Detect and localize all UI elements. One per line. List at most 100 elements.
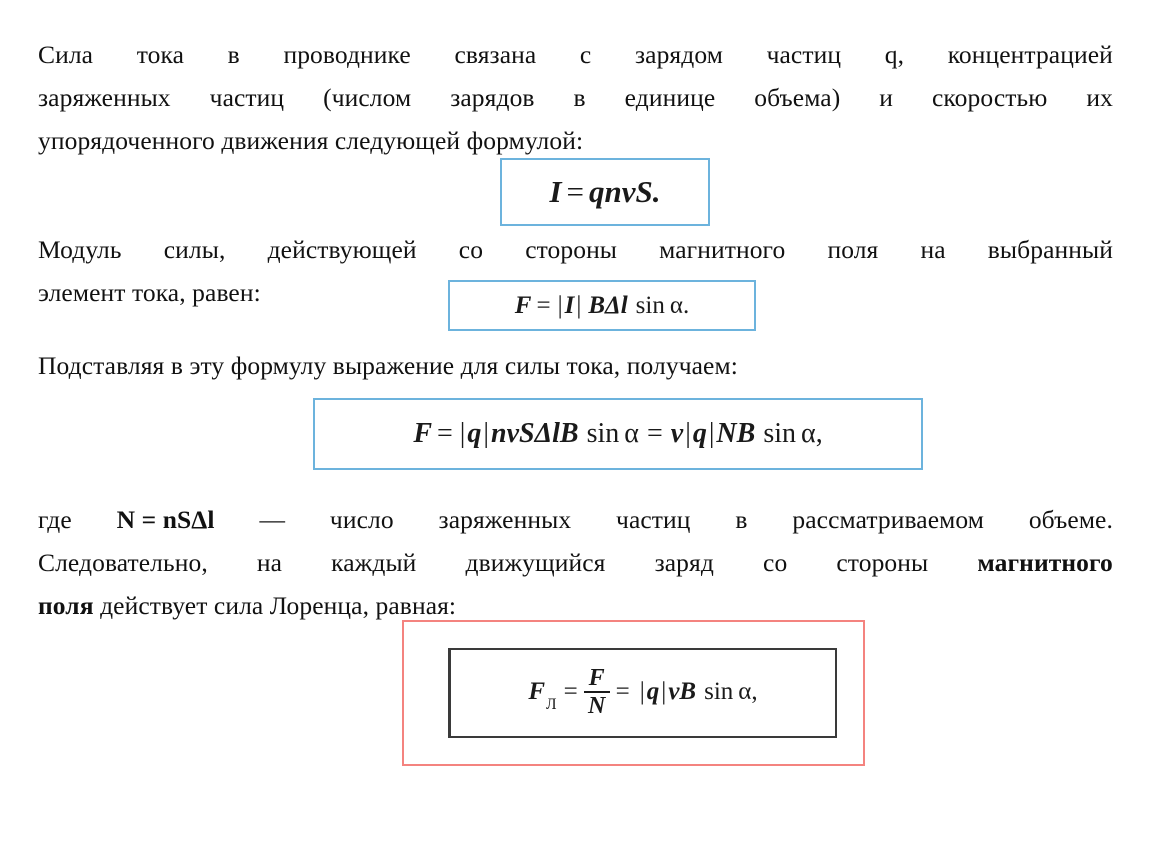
word: Модуль	[38, 235, 122, 264]
word: поля	[827, 235, 879, 264]
formula-box-substituted: F = |q|nvSΔlB sin α = v|q|NB sin α,	[313, 398, 923, 470]
formula-box-current: I = qnvS.	[500, 158, 710, 226]
word: зарядов	[450, 83, 535, 112]
formula-current-expression: I = qnvS.	[549, 174, 660, 210]
formula-ampere-expression: F = |I| BΔl sin α.	[515, 292, 689, 320]
abs-bar-close: |	[483, 418, 490, 449]
paragraph-current-definition: Сила тока в проводнике связана с зарядом…	[38, 33, 1113, 162]
formula-lorentz-expression: FЛ = F N = |q|vB sin α,	[528, 664, 758, 720]
abs-variable: q	[467, 418, 482, 449]
fraction-force-over-number: FN	[583, 664, 610, 719]
trig-function: sin	[635, 291, 665, 319]
word: число	[329, 505, 394, 534]
word: на	[256, 548, 283, 577]
word: движущийся	[465, 548, 606, 577]
word: частиц	[616, 505, 691, 534]
formula-terminator: .	[682, 291, 690, 319]
abs-bar-close: |	[661, 677, 667, 705]
word: связана	[454, 40, 537, 69]
fraction-numerator: F	[588, 664, 605, 691]
word: силы,	[163, 235, 226, 264]
word: зарядом	[634, 40, 723, 69]
word: Следовательно,	[38, 548, 208, 577]
formula-rhs: qnvS	[589, 174, 653, 209]
sentence-tail: действует сила Лоренца, равная:	[100, 591, 457, 620]
paragraph-line: упорядоченного движения следующей формул…	[38, 126, 584, 155]
angle-symbol: α	[801, 418, 816, 449]
formula-box-ampere-force: F = |I| BΔl sin α.	[448, 280, 756, 331]
formula-box-lorentz-force: FЛ = F N = |q|vB sin α,	[402, 620, 865, 766]
word: со	[458, 235, 484, 264]
abs-bar-open: |	[557, 291, 563, 319]
bold-term-field: поля	[38, 591, 94, 620]
formula-lhs: F	[514, 291, 532, 319]
formula-subscript-lorentz: Л	[546, 695, 557, 713]
formula-lhs: F	[528, 677, 546, 705]
word: заряженных	[38, 83, 171, 112]
word: частиц	[766, 40, 842, 69]
abs-bar-open: |	[685, 418, 691, 449]
angle-symbol: α	[738, 677, 752, 705]
velocity-symbol: v	[670, 418, 684, 449]
word: со	[763, 548, 788, 577]
word: на	[920, 235, 946, 264]
paragraph-line: Следовательно, на каждый движущийся заря…	[38, 541, 1113, 584]
trig-function: sin	[763, 418, 797, 449]
scanned-formula-frame: FЛ = F N = |q|vB sin α,	[448, 648, 837, 738]
abs-variable: q	[646, 677, 660, 705]
equals-sign: =	[615, 677, 630, 705]
equals-sign: =	[646, 418, 663, 449]
word: где	[38, 505, 72, 534]
word: тока	[136, 40, 185, 69]
abs-bar-open: |	[459, 418, 466, 449]
word: в	[227, 40, 240, 69]
formula-factors: BΔl	[588, 291, 628, 319]
word: их	[1086, 83, 1113, 112]
paragraph-line: где N = nSΔl — число заряженных частиц в…	[38, 498, 1113, 541]
formula-terminator: ,	[815, 418, 823, 449]
abs-variable: q	[692, 418, 707, 449]
formula-factors: NB	[716, 418, 756, 449]
formula-terminator: .	[652, 174, 661, 209]
word: объеме.	[1028, 505, 1113, 534]
word: Сила	[38, 40, 94, 69]
formula-factors: vB	[668, 677, 697, 705]
word: проводнике	[283, 40, 411, 69]
formula-factors: nvSΔlB	[491, 418, 579, 449]
angle-symbol: α	[624, 418, 639, 449]
word: скоростью	[932, 83, 1048, 112]
slide-canvas: Сила тока в проводнике связана с зарядом…	[0, 0, 1150, 864]
word: в	[573, 83, 586, 112]
word: частиц	[209, 83, 285, 112]
bold-term-number-of-particles: N = nSΔl	[116, 505, 215, 534]
paragraph-substitution-intro: Подставляя в эту формулу выражение для с…	[38, 344, 938, 387]
formula-lhs: I	[549, 174, 562, 209]
fraction-denominator: N	[588, 693, 606, 719]
word: магнитного	[659, 235, 786, 264]
abs-bar-close: |	[708, 418, 715, 449]
word: и	[879, 83, 894, 112]
word: заряженных	[438, 505, 572, 534]
word: в	[735, 505, 748, 534]
equals-sign: =	[437, 418, 453, 449]
word: каждый	[331, 548, 417, 577]
em-dash: —	[259, 505, 286, 534]
word: концентрацией	[947, 40, 1113, 69]
equals-sign: =	[563, 677, 578, 705]
word: объема)	[754, 83, 841, 112]
word: (числом	[323, 83, 412, 112]
abs-bar-open: |	[639, 677, 645, 705]
word: q,	[884, 40, 905, 69]
trig-function: sin	[586, 418, 620, 449]
paragraph-line: Подставляя в эту формулу выражение для с…	[38, 351, 738, 380]
word: единице	[624, 83, 716, 112]
formula-substituted-expression: F = |q|nvSΔlB sin α = v|q|NB sin α,	[413, 418, 822, 450]
word: стороны	[836, 548, 929, 577]
formula-terminator: ,	[751, 677, 758, 705]
word: заряд	[654, 548, 714, 577]
abs-variable: I	[564, 291, 575, 319]
word: выбранный	[987, 235, 1113, 264]
word: стороны	[525, 235, 618, 264]
word: рассматриваемом	[792, 505, 984, 534]
trig-function: sin	[704, 677, 734, 705]
